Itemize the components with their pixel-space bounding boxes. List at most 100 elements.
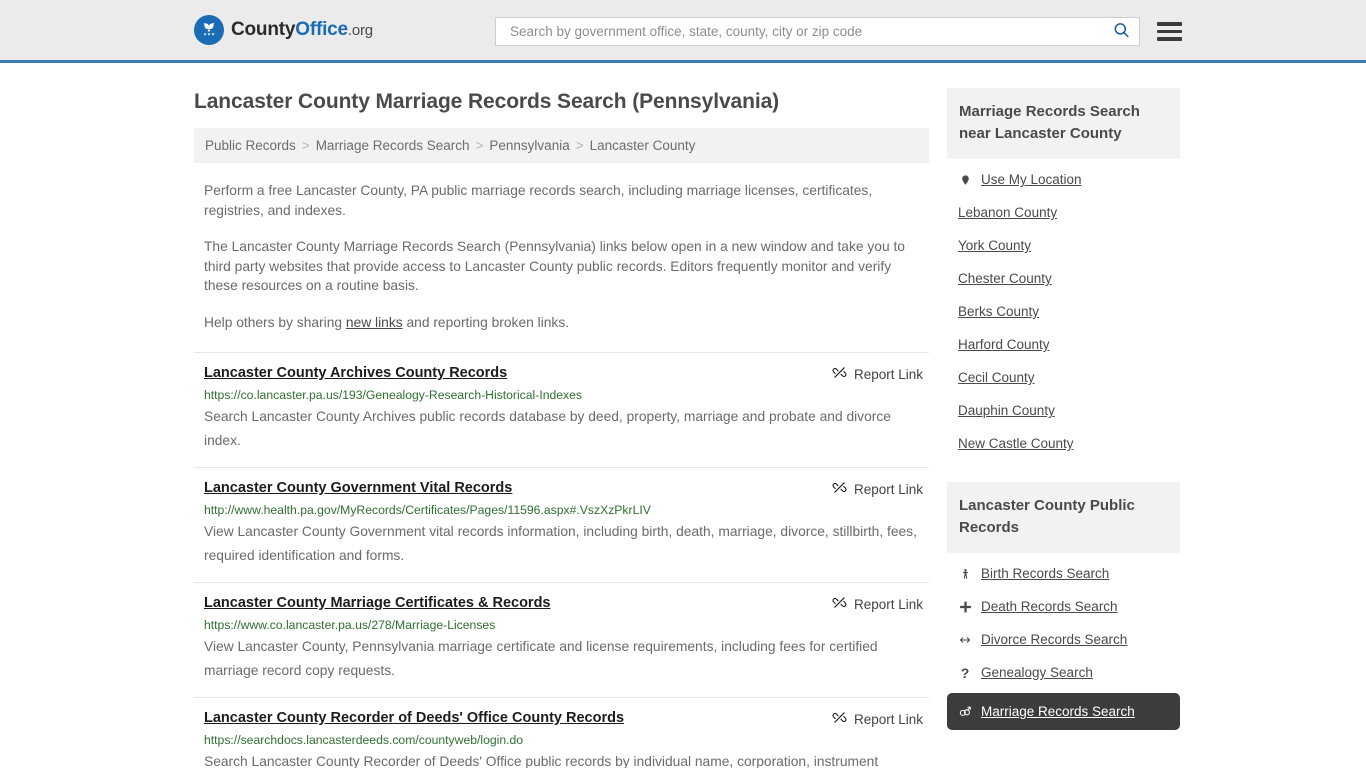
- hamburger-bar: [1157, 37, 1182, 41]
- sidebar-item-label: Lebanon County: [958, 205, 1058, 220]
- report-link-button[interactable]: Report Link: [832, 365, 923, 383]
- result-description: Search Lancaster County Recorder of Deed…: [204, 754, 879, 768]
- sidebar-item-label: Birth Records Search: [981, 566, 1110, 581]
- result-description: Search Lancaster County Archives public …: [204, 409, 891, 448]
- report-link-button[interactable]: Report Link: [832, 710, 923, 728]
- search-box[interactable]: [495, 17, 1140, 46]
- report-link-button[interactable]: Report Link: [832, 480, 923, 498]
- result-header: Lancaster County Marriage Certificates &…: [204, 594, 923, 613]
- map-pin-icon: [958, 173, 972, 187]
- sidebar-item-label: Genealogy Search: [981, 665, 1093, 680]
- broken-link-icon: [832, 595, 847, 613]
- search-input[interactable]: [508, 23, 1110, 40]
- sidebar-item-chester-county[interactable]: Chester County: [947, 262, 1180, 295]
- result-url: https://searchdocs.lancasterdeeds.com/co…: [204, 733, 524, 747]
- sidebar-item-label: Cecil County: [958, 370, 1035, 385]
- cross-icon: [958, 600, 972, 614]
- sidebar-item-label: New Castle County: [958, 436, 1074, 451]
- sidebar-item-birth-records-search[interactable]: Birth Records Search: [947, 557, 1180, 590]
- hamburger-bar: [1157, 22, 1182, 26]
- hamburger-bar: [1157, 29, 1182, 34]
- result-description: View Lancaster County, Pennsylvania marr…: [204, 639, 878, 678]
- result-url: http://www.health.pa.gov/MyRecords/Certi…: [204, 503, 651, 517]
- result-header: Lancaster County Archives County Records…: [204, 364, 923, 383]
- report-link-label: Report Link: [853, 366, 923, 382]
- sidebar-card-nearby: Marriage Records Search near Lancaster C…: [947, 88, 1180, 460]
- breadcrumb-item-pennsylvania[interactable]: Pennsylvania: [489, 138, 569, 153]
- sidebar: Marriage Records Search near Lancaster C…: [947, 63, 1180, 730]
- sidebar-item-label: Dauphin County: [958, 403, 1055, 418]
- logo-tld: .org: [347, 22, 373, 39]
- sidebar-public-records-list: Birth Records Search Death Records Searc…: [947, 553, 1180, 730]
- sidebar-item-label: Harford County: [958, 337, 1050, 352]
- sidebar-item-dauphin-county[interactable]: Dauphin County: [947, 394, 1180, 427]
- sidebar-item-label: York County: [958, 238, 1032, 253]
- result-title-link[interactable]: Lancaster County Government Vital Record…: [204, 479, 512, 498]
- share-text-after: and reporting broken links.: [402, 314, 570, 330]
- sidebar-item-berks-county[interactable]: Berks County: [947, 295, 1180, 328]
- search-area: [495, 17, 1182, 46]
- sidebar-item-use-my-location[interactable]: Use My Location: [947, 163, 1180, 196]
- breadcrumb-separator: >: [301, 138, 310, 153]
- logo-word-office: Office: [295, 19, 348, 40]
- report-link-button[interactable]: Report Link: [832, 595, 923, 613]
- breadcrumb-item-lancaster-county[interactable]: Lancaster County: [590, 138, 696, 153]
- result-url: https://www.co.lancaster.pa.us/278/Marri…: [204, 618, 496, 632]
- site-logo-text: CountyOffice.org: [231, 19, 373, 41]
- left-right-arrow-icon: [958, 634, 972, 646]
- hamburger-menu-icon[interactable]: [1157, 22, 1182, 41]
- sidebar-item-cecil-county[interactable]: Cecil County: [947, 361, 1180, 394]
- main-column: Lancaster County Marriage Records Search…: [194, 63, 929, 768]
- page-body: Lancaster County Marriage Records Search…: [0, 63, 1366, 768]
- result-title-link[interactable]: Lancaster County Recorder of Deeds' Offi…: [204, 709, 624, 728]
- sidebar-nearby-heading: Marriage Records Search near Lancaster C…: [947, 88, 1180, 159]
- intro-paragraph-3: Help others by sharing new links and rep…: [194, 313, 929, 333]
- result-item: Lancaster County Recorder of Deeds' Offi…: [194, 697, 929, 768]
- sidebar-public-records-heading: Lancaster County Public Records: [947, 482, 1180, 553]
- breadcrumb-item-marriage-records-search[interactable]: Marriage Records Search: [316, 138, 470, 153]
- sidebar-nearby-list: Use My Location Lebanon County York Coun…: [947, 159, 1180, 460]
- breadcrumb-item-public-records[interactable]: Public Records: [205, 138, 296, 153]
- breadcrumb: Public Records > Marriage Records Search…: [194, 128, 929, 163]
- result-title-link[interactable]: Lancaster County Marriage Certificates &…: [204, 594, 551, 613]
- broken-link-icon: [832, 365, 847, 383]
- logo-word-county: County: [231, 19, 296, 40]
- sidebar-item-label: Marriage Records Search: [981, 704, 1135, 719]
- male-female-icon: [958, 705, 972, 718]
- sidebar-item-new-castle-county[interactable]: New Castle County: [947, 427, 1180, 460]
- site-logo[interactable]: CountyOffice.org: [194, 15, 373, 45]
- broken-link-icon: [832, 480, 847, 498]
- result-title-link[interactable]: Lancaster County Archives County Records: [204, 364, 507, 383]
- sidebar-item-death-records-search[interactable]: Death Records Search: [947, 590, 1180, 623]
- sidebar-item-label: Berks County: [958, 304, 1040, 319]
- page-title: Lancaster County Marriage Records Search…: [194, 90, 780, 113]
- sidebar-item-divorce-records-search[interactable]: Divorce Records Search: [947, 623, 1180, 656]
- result-item: Lancaster County Government Vital Record…: [194, 467, 929, 582]
- sidebar-item-label: Chester County: [958, 271, 1052, 286]
- result-item: Lancaster County Archives County Records…: [194, 352, 929, 467]
- sidebar-item-marriage-records-search[interactable]: Marriage Records Search: [947, 693, 1180, 730]
- breadcrumb-separator: >: [475, 138, 484, 153]
- broken-link-icon: [832, 710, 847, 728]
- sidebar-item-harford-county[interactable]: Harford County: [947, 328, 1180, 361]
- sidebar-item-label: Death Records Search: [981, 599, 1118, 614]
- question-mark-icon: ?: [960, 664, 970, 681]
- intro-paragraph-1: Perform a free Lancaster County, PA publ…: [204, 183, 873, 218]
- sidebar-item-york-county[interactable]: York County: [947, 229, 1180, 262]
- search-button[interactable]: [1110, 21, 1133, 43]
- search-icon: [1112, 21, 1131, 43]
- site-header: CountyOffice.org: [0, 0, 1366, 63]
- report-link-label: Report Link: [853, 481, 923, 497]
- eagle-emblem-icon: [194, 15, 224, 45]
- sidebar-item-lebanon-county[interactable]: Lebanon County: [947, 196, 1180, 229]
- sidebar-card-public-records: Lancaster County Public Records Birth Re…: [947, 482, 1180, 730]
- sidebar-item-label: Use My Location: [981, 172, 1082, 187]
- sidebar-item-label: Divorce Records Search: [981, 632, 1128, 647]
- sidebar-item-genealogy-search[interactable]: ? Genealogy Search: [947, 656, 1180, 689]
- result-url: https://co.lancaster.pa.us/193/Genealogy…: [204, 388, 583, 402]
- report-link-label: Report Link: [853, 596, 923, 612]
- breadcrumb-separator: >: [575, 138, 584, 153]
- baby-icon: [958, 567, 972, 581]
- new-links-link[interactable]: new links: [346, 315, 403, 330]
- results-list: Lancaster County Archives County Records…: [194, 352, 929, 768]
